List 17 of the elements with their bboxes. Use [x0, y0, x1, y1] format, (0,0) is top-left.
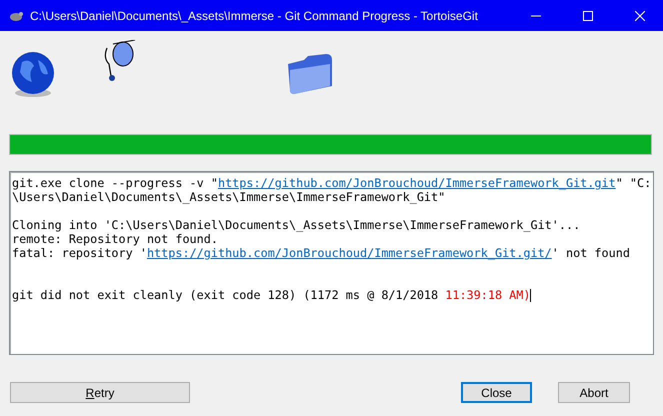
link[interactable]: https://github.com/JonBrouchoud/ImmerseFramework_Git.git/	[146, 246, 552, 260]
log-line: git.exe clone --progress -v "https://github.com/JonBrouchoud/ImmerseFramework_Git.git" "C:	[12, 176, 651, 190]
dialog-button[interactable]: Close	[461, 382, 532, 403]
maximize-icon[interactable]	[583, 10, 593, 20]
log-line: remote: Repository not found.	[12, 232, 219, 246]
globe-icon	[10, 52, 56, 98]
close-icon[interactable]	[635, 10, 645, 20]
text-cursor	[530, 289, 532, 302]
window-title: C:\Users\Daniel\Documents\_Assets\Immerse - Git Command Progress - TortoiseGit	[30, 8, 479, 22]
dialog-button[interactable]: Abort	[558, 382, 630, 403]
dialog-button[interactable]: Retry	[10, 382, 190, 403]
log-line: \Users\Daniel\Documents\_Assets\Immerse\ImmerseFramework_Git"	[12, 190, 446, 204]
link[interactable]: https://github.com/JonBrouchoud/ImmerseFramework_Git.git	[218, 176, 616, 190]
log-line: git did not exit cleanly (exit code 128) (1172 ms @ 8/1/2018 11:39:18 AM)	[12, 288, 532, 302]
log-line: fatal: repository 'https://github.com/JonBrouchoud/ImmerseFramework_Git.git/' not found	[12, 246, 631, 260]
log-line: Cloning into 'C:\Users\Daniel\Documents\_Assets\Immerse\ImmerseFramework_Git'...	[12, 218, 582, 232]
tortoise-icon	[8, 10, 24, 22]
